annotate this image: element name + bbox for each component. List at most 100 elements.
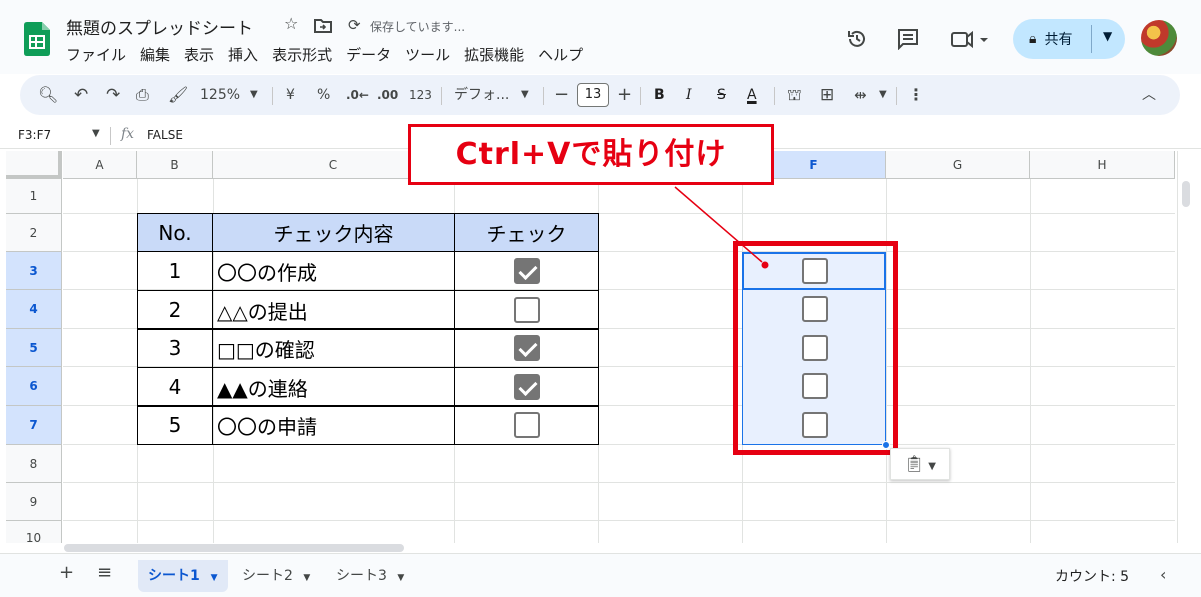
checkbox-checked-icon[interactable] [513,374,540,400]
fill-color-icon[interactable]: ⛫ [787,75,802,115]
row-header-7[interactable]: 7 [6,406,62,445]
menu-file[interactable]: ファイル [66,44,134,66]
table-cell-no[interactable]: 2 [137,290,213,330]
redo-icon[interactable]: ↷ [106,75,120,115]
sheet-tab-2[interactable]: シート2 ▼ [232,560,320,592]
row-header-10[interactable]: 10 [6,521,62,543]
menu-insert[interactable]: 挿入 [228,44,266,66]
table-cell-check[interactable] [454,251,599,291]
horizontal-scrollbar[interactable] [62,543,1175,553]
paint-format-icon[interactable]: 🖌︎ [168,75,188,115]
sheet-tab-menu-icon[interactable]: ▼ [211,573,218,583]
font-family-dropdown-icon[interactable]: ▼ [521,75,529,115]
name-box[interactable]: F3:F7 [18,128,51,142]
collapse-menus-icon[interactable]: ︿ [1142,75,1156,115]
table-cell-item[interactable]: △△の提出 [212,290,455,330]
horizontal-scroll-thumb[interactable] [64,544,404,552]
row-header-6[interactable]: 6 [6,367,62,406]
table-header-item[interactable]: チェック内容 [212,213,455,252]
formula-input[interactable]: FALSE [147,128,183,142]
zoom-select[interactable]: 125% [200,75,240,115]
vertical-scroll-thumb[interactable] [1182,181,1190,207]
column-header-h[interactable]: H [1030,151,1175,179]
row-header-2[interactable]: 2 [6,214,62,252]
increase-decimal-button[interactable]: .00 [377,75,398,115]
bold-button[interactable]: B [654,75,665,115]
table-cell-no[interactable]: 4 [137,367,213,407]
all-sheets-icon[interactable]: ≡ [97,562,112,583]
text-color-button[interactable]: A [747,75,757,115]
sheets-logo-icon[interactable] [24,22,50,56]
share-button[interactable]: 🔒︎ 共有 ▼ [1013,19,1125,59]
menu-edit[interactable]: 編集 [140,44,178,66]
sync-status-icon[interactable]: ⟳ [348,16,361,34]
table-cell-no[interactable]: 1 [137,251,213,291]
column-header-b[interactable]: B [137,151,213,179]
merge-dropdown-icon[interactable]: ▼ [879,75,887,115]
table-header-check[interactable]: チェック [454,213,599,252]
menu-view[interactable]: 表示 [184,44,222,66]
table-cell-check[interactable] [454,328,599,368]
row-header-5[interactable]: 5 [6,329,62,367]
menu-extensions[interactable]: 拡張機能 [464,44,532,66]
comments-icon[interactable] [897,28,919,50]
table-cell-item[interactable]: 〇〇の申請 [212,405,455,445]
spreadsheet-grid[interactable]: A B C D E F G H 1 2 3 4 5 6 7 8 9 10 No.… [6,151,1175,543]
zoom-dropdown-icon[interactable]: ▼ [250,75,258,115]
more-formats-button[interactable]: 123 [409,75,432,115]
font-size-input[interactable]: 13 [577,83,609,107]
star-icon[interactable]: ☆ [284,14,298,33]
table-cell-item[interactable]: ▲▲の連絡 [212,367,455,407]
strikethrough-button[interactable]: S [717,75,726,115]
table-cell-check[interactable] [454,290,599,330]
decrease-decimal-button[interactable]: .0← [346,75,369,115]
version-history-icon[interactable] [846,28,868,50]
search-menus-icon[interactable]: 🔍︎ [38,75,58,115]
currency-format-button[interactable]: ¥ [286,75,295,115]
menu-data[interactable]: データ [346,44,399,66]
percent-format-button[interactable]: % [317,75,330,115]
share-dropdown-icon[interactable]: ▼ [1103,29,1112,43]
checkbox-unchecked-icon[interactable] [513,297,540,323]
move-folder-icon[interactable] [314,17,332,33]
print-icon[interactable]: ⎙ [136,75,149,115]
row-header-8[interactable]: 8 [6,445,62,483]
sheet-tab-menu-icon[interactable]: ▼ [303,573,310,583]
italic-button[interactable]: I [686,75,692,115]
table-cell-check[interactable] [454,367,599,407]
document-title[interactable]: 無題のスプレッドシート [66,14,253,39]
decrease-font-size-icon[interactable]: − [554,75,569,115]
borders-icon[interactable]: ⊞ [820,75,834,115]
menu-format[interactable]: 表示形式 [272,44,340,66]
sheet-tab-3[interactable]: シート3 ▼ [326,560,414,592]
meet-video-icon[interactable] [950,28,990,50]
table-cell-check[interactable] [454,405,599,445]
selection-count[interactable]: カウント: 5 [1055,566,1129,586]
font-family-select[interactable]: デフォ... [454,75,509,115]
table-cell-no[interactable]: 5 [137,405,213,445]
side-panel-toggle-icon[interactable]: ‹ [1160,565,1166,584]
sheet-tab-menu-icon[interactable]: ▼ [397,573,404,583]
row-header-3[interactable]: 3 [6,252,62,290]
undo-icon[interactable]: ↶ [74,75,88,115]
menu-tools[interactable]: ツール [405,44,458,66]
name-box-dropdown-icon[interactable]: ▼ [92,128,100,139]
row-header-4[interactable]: 4 [6,290,62,329]
checkbox-checked-icon[interactable] [513,335,540,361]
increase-font-size-icon[interactable]: + [617,75,632,115]
table-cell-no[interactable]: 3 [137,328,213,368]
vertical-scrollbar[interactable] [1177,151,1195,543]
paste-options-button[interactable]: 📋︎ ▼ [890,448,950,480]
sheet-tab-1[interactable]: シート1 ▼ [138,560,228,592]
column-header-a[interactable]: A [63,151,137,179]
table-cell-item[interactable]: 〇〇の作成 [212,251,455,291]
table-header-no[interactable]: No. [137,213,213,252]
table-cell-item[interactable]: □□の確認 [212,328,455,368]
column-header-g[interactable]: G [886,151,1030,179]
row-header-9[interactable]: 9 [6,483,62,521]
checkbox-unchecked-icon[interactable] [513,412,540,438]
more-options-icon[interactable]: ⋮ [908,75,924,115]
merge-cells-icon[interactable]: ⇹ [854,75,867,115]
add-sheet-icon[interactable]: + [59,562,74,583]
menu-help[interactable]: ヘルプ [538,44,591,66]
